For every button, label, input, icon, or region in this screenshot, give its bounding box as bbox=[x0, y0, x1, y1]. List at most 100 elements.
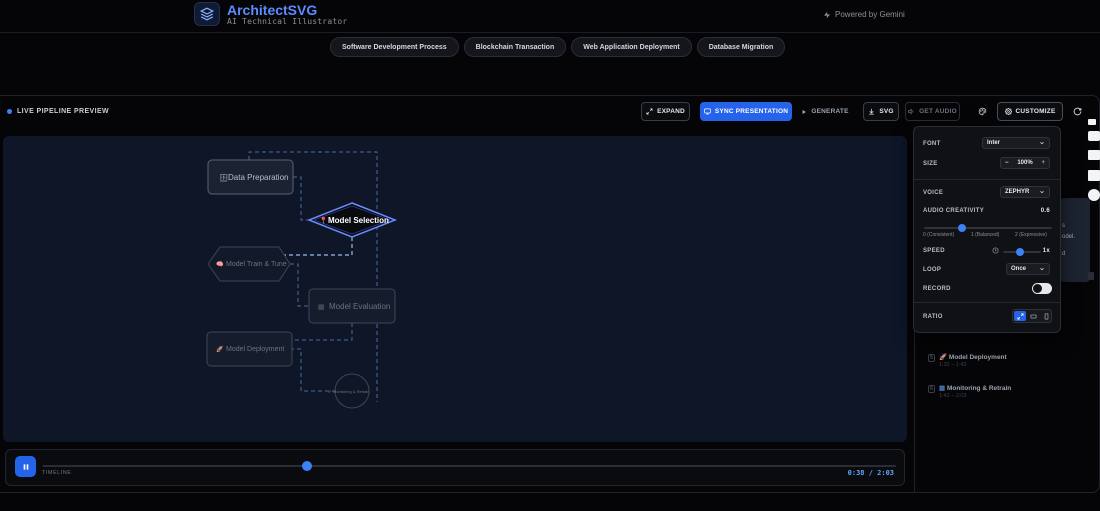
node-label: Model Train & Tune bbox=[226, 261, 287, 268]
divider bbox=[914, 302, 1060, 303]
svg-download-button[interactable]: SVG bbox=[863, 102, 899, 121]
card-text-line: s bbox=[1062, 223, 1065, 229]
record-label: RECORD bbox=[923, 286, 951, 292]
timeline-progress bbox=[43, 465, 308, 467]
expand-icon bbox=[646, 108, 653, 115]
step-index: 6 bbox=[928, 385, 935, 393]
expand-button[interactable]: EXPAND bbox=[641, 102, 690, 121]
voice-select[interactable]: ZEPHYR bbox=[1000, 186, 1050, 198]
audio-creativity-thumb[interactable] bbox=[958, 224, 967, 232]
record-toggle[interactable] bbox=[1032, 283, 1052, 294]
voice-label: VOICE bbox=[923, 190, 944, 196]
ratio-portrait-option[interactable] bbox=[1040, 311, 1052, 321]
pause-icon bbox=[23, 463, 28, 470]
audio-creativity-value: 0.6 bbox=[1040, 208, 1050, 214]
loop-select[interactable]: Once bbox=[1006, 263, 1050, 275]
get-audio-label: GET AUDIO bbox=[919, 108, 957, 115]
size-stepper: − 100% + bbox=[1000, 157, 1050, 169]
expand-icon bbox=[1017, 313, 1023, 319]
node-label: Monitoring & Retrain bbox=[333, 389, 369, 394]
customize-label: CUSTOMIZE bbox=[1015, 108, 1056, 115]
step-time: 1:32 – 1:42 bbox=[939, 362, 967, 368]
timeline-label: TIMELINE bbox=[42, 470, 72, 476]
preset-software-development[interactable]: Software Development Process bbox=[330, 37, 459, 57]
pause-button[interactable] bbox=[15, 456, 36, 477]
monitor-icon bbox=[704, 108, 711, 115]
customize-button[interactable]: CUSTOMIZE bbox=[997, 102, 1063, 121]
live-preview-text: LIVE PIPELINE PREVIEW bbox=[17, 108, 110, 115]
play-icon bbox=[802, 109, 807, 114]
settings-icon[interactable] bbox=[1088, 189, 1100, 201]
scale-expressive: 2 (Expressive) bbox=[1015, 232, 1047, 238]
clock-icon bbox=[992, 247, 999, 254]
speed-value: 1x bbox=[1042, 248, 1050, 254]
camera-icon[interactable] bbox=[1088, 131, 1100, 141]
sync-label: SYNC PRESENTATION bbox=[714, 108, 789, 115]
font-select[interactable]: Inter bbox=[982, 137, 1050, 149]
refresh-icon bbox=[1073, 107, 1081, 116]
preset-web-app-deployment[interactable]: Web Application Deployment bbox=[571, 37, 692, 57]
card-text-line: d bbox=[1062, 251, 1066, 257]
timeline-thumb[interactable] bbox=[302, 461, 313, 471]
preset-blockchain-transaction[interactable]: Blockchain Transaction bbox=[463, 37, 567, 57]
node-model-evaluation[interactable]: ▦ Model Evaluation bbox=[308, 288, 396, 324]
divider bbox=[914, 179, 1060, 180]
gear-icon bbox=[1004, 108, 1012, 115]
palette-button[interactable] bbox=[973, 102, 991, 121]
scroll-handle-icon[interactable] bbox=[1088, 272, 1094, 280]
size-decrease-button[interactable]: − bbox=[1005, 160, 1009, 166]
svg-label: SVG bbox=[879, 108, 894, 115]
live-dot-icon bbox=[7, 109, 12, 114]
timeline-scrubber[interactable] bbox=[43, 461, 896, 471]
step-name: Monitoring & Retrain bbox=[946, 385, 1012, 392]
node-data-preparation[interactable]: 🗄 Data Preparation bbox=[207, 159, 294, 195]
screen-icon[interactable] bbox=[1088, 150, 1100, 160]
lightning-icon bbox=[824, 11, 830, 18]
chart-icon: ▦ bbox=[318, 304, 325, 311]
step-name: Model Deployment bbox=[948, 354, 1007, 361]
app-subtitle: AI Technical Illustrator bbox=[227, 17, 348, 26]
step-time: 1:42 – 2:03 bbox=[939, 393, 967, 399]
node-model-deployment[interactable]: 🚀 Model Deployment bbox=[206, 331, 293, 367]
window-icon[interactable] bbox=[1088, 170, 1100, 181]
timeline-bar: TIMELINE 0:38 / 2:03 bbox=[5, 449, 905, 486]
landscape-icon bbox=[1030, 314, 1036, 318]
timeline-time: 0:38 / 2:03 bbox=[847, 469, 894, 477]
node-monitoring-retrain[interactable]: ⟳ Monitoring & Retrain bbox=[328, 373, 370, 409]
ratio-landscape-option[interactable] bbox=[1027, 311, 1039, 321]
generate-button[interactable]: GENERATE bbox=[800, 102, 850, 121]
pin-icon: 📍 bbox=[319, 216, 328, 225]
app-title: ArchitectSVG bbox=[227, 2, 318, 18]
diagram-canvas[interactable]: 🗄 Data Preparation 📍 Model Selection 🧠 M… bbox=[3, 136, 907, 442]
node-label: Model Deployment bbox=[226, 346, 284, 353]
ratio-expand-option[interactable] bbox=[1014, 311, 1026, 321]
size-increase-button[interactable]: + bbox=[1041, 160, 1045, 166]
get-audio-button[interactable]: GET AUDIO bbox=[905, 102, 960, 121]
speaker-icon bbox=[908, 108, 914, 115]
brain-icon: 🧠 bbox=[216, 260, 224, 268]
link-icon[interactable] bbox=[1088, 119, 1096, 125]
chart-icon: ▦ bbox=[939, 385, 947, 392]
download-icon bbox=[869, 108, 875, 115]
sync-presentation-button[interactable]: SYNC PRESENTATION bbox=[700, 102, 792, 121]
node-label: Data Preparation bbox=[228, 173, 288, 182]
preset-database-migration[interactable]: Database Migration bbox=[696, 37, 786, 57]
font-label: FONT bbox=[923, 141, 941, 147]
preset-list: Software Development Process Blockchain … bbox=[330, 37, 786, 57]
chevron-down-icon bbox=[1040, 190, 1044, 194]
step-detail-card bbox=[1060, 198, 1090, 282]
scale-balanced: 1 (Balanced) bbox=[971, 232, 1000, 238]
speed-thumb[interactable] bbox=[1016, 248, 1024, 256]
node-model-train-tune[interactable]: 🧠 Model Train & Tune bbox=[207, 246, 291, 282]
step-name-row: 🚀 Model Deployment bbox=[939, 353, 1007, 361]
speed-slider[interactable] bbox=[1003, 248, 1041, 256]
node-model-selection[interactable]: 📍 Model Selection bbox=[306, 202, 398, 238]
node-label: Model Evaluation bbox=[329, 302, 390, 311]
live-preview-label: LIVE PIPELINE PREVIEW bbox=[7, 108, 109, 115]
app-header: ArchitectSVG AI Technical Illustrator Po… bbox=[0, 0, 1100, 33]
step-name-row: ▦ Monitoring & Retrain bbox=[939, 384, 1011, 392]
audio-creativity-slider[interactable] bbox=[924, 224, 1052, 232]
database-icon: 🗄 bbox=[219, 174, 228, 182]
refresh-button[interactable] bbox=[1070, 102, 1084, 121]
speed-label: SPEED bbox=[923, 248, 945, 254]
